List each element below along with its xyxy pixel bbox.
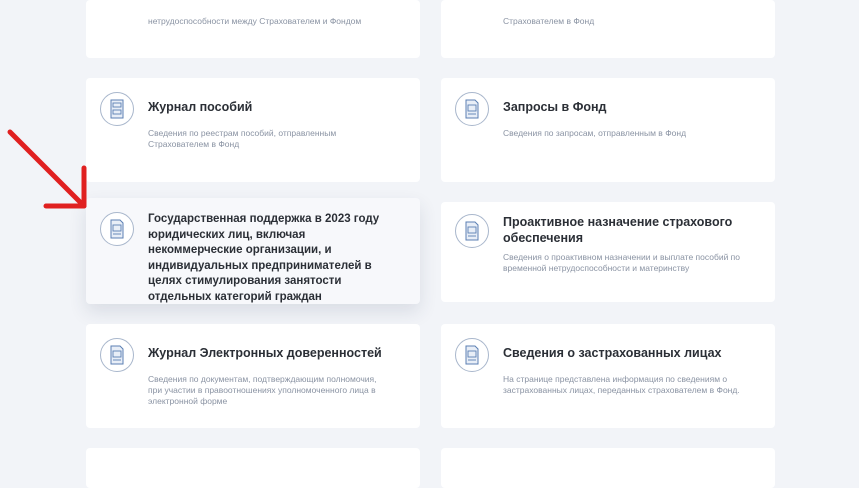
red-arrow-icon <box>7 129 87 209</box>
service-card[interactable]: Страхователем в Фонд <box>441 0 775 58</box>
card-description: На странице представлена информация по с… <box>503 374 740 395</box>
card-description: Сведения о проактивном назначении и выпл… <box>503 252 741 273</box>
card-description: Сведения по запросам, отправленным в Фон… <box>503 128 687 138</box>
card-description: Страхователем в Фонд <box>503 16 595 26</box>
card-title: Государственная поддержка в 2023 году юр… <box>148 213 380 303</box>
service-card[interactable] <box>441 448 775 488</box>
document-icon <box>455 92 489 126</box>
card-description: нетрудоспособности между Страхователем и… <box>148 16 362 26</box>
service-card-insured-persons[interactable]: Сведения о застрахованных лицах На стран… <box>441 324 775 428</box>
document-icon <box>100 212 134 246</box>
document-icon <box>455 338 489 372</box>
card-title: Проактивное назначение страхового обеспе… <box>503 215 733 245</box>
card-title: Сведения о застрахованных лицах <box>503 346 722 360</box>
service-card-fund-requests[interactable]: Запросы в Фонд Сведения по запросам, отп… <box>441 78 775 182</box>
card-title: Журнал пособий <box>148 100 253 114</box>
card-title: Запросы в Фонд <box>503 100 607 114</box>
card-title: Журнал Электронных доверенностей <box>148 346 382 360</box>
service-card-power-of-attorney-journal[interactable]: Журнал Электронных доверенностей Сведени… <box>86 324 420 428</box>
document-icon <box>100 338 134 372</box>
card-description: Сведения по реестрам пособий, отправленн… <box>148 128 337 149</box>
service-card[interactable]: нетрудоспособности между Страхователем и… <box>86 0 420 58</box>
document-icon <box>455 214 489 248</box>
service-card-proactive-assignment[interactable]: Проактивное назначение страхового обеспе… <box>441 202 775 302</box>
service-card-state-support-2023[interactable]: Государственная поддержка в 2023 году юр… <box>86 198 420 304</box>
service-card[interactable] <box>86 448 420 488</box>
cabinet-icon <box>100 92 134 126</box>
card-description: Сведения по документам, подтверждающим п… <box>148 374 377 406</box>
service-card-benefits-journal[interactable]: Журнал пособий Сведения по реестрам посо… <box>86 78 420 182</box>
